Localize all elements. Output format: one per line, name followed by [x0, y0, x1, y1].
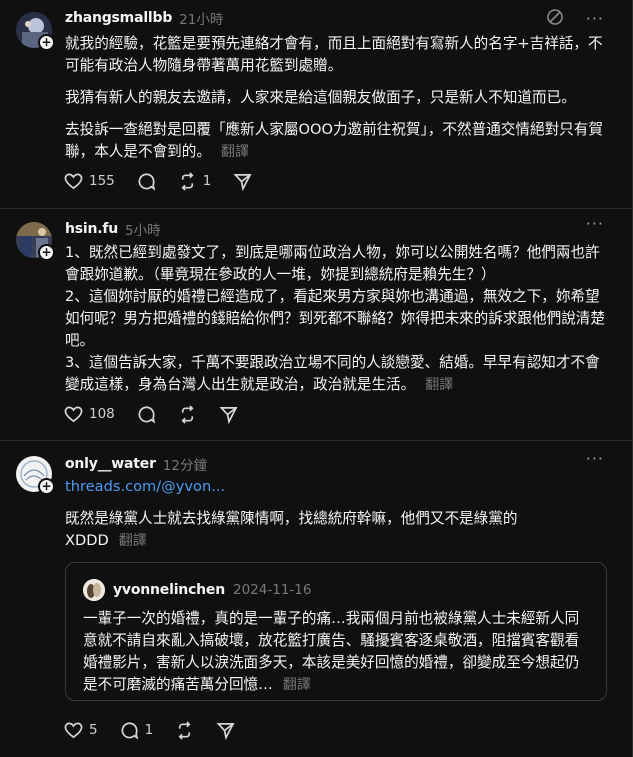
post-body: threads.com/@yvon...: [65, 476, 613, 498]
share-icon: [233, 173, 252, 191]
repost-button[interactable]: [178, 404, 197, 424]
timestamp[interactable]: 21小時: [179, 8, 223, 28]
comment-button[interactable]: [137, 172, 156, 191]
post-paragraph: 我猜有新人的親友去邀請，人家來是給這個親友做面子，只是新人不知道而已。: [65, 89, 576, 106]
post-body: 1、既然已經到處發文了，到底是哪兩位政治人物，妳可以公開姓名嗎？他們兩也許會跟妳…: [65, 242, 613, 396]
repost-count: 1: [202, 173, 212, 189]
like-count: 155: [89, 173, 115, 189]
more-icon[interactable]: ···: [586, 451, 604, 467]
quoted-avatar[interactable]: [83, 579, 105, 601]
comment-button[interactable]: [137, 405, 156, 424]
avatar[interactable]: +: [16, 12, 55, 51]
heart-icon: [64, 406, 83, 422]
quoted-date: 2024-11-16: [233, 582, 312, 598]
like-count: 5: [89, 722, 98, 738]
heart-icon: [64, 173, 83, 189]
repost-icon: [178, 720, 191, 740]
like-button[interactable]: 155: [64, 172, 115, 191]
comment-icon: [121, 721, 138, 740]
share-button[interactable]: [219, 405, 238, 424]
repost-button[interactable]: 1: [178, 171, 212, 191]
repost-icon: [181, 404, 194, 424]
post-paragraph: 1、既然已經到處發文了，到底是哪兩位政治人物，妳可以公開姓名嗎？他們兩也許會跟妳…: [65, 244, 600, 283]
timestamp[interactable]: 5小時: [125, 219, 161, 239]
post-paragraph: 2、這個妳討厭的婚禮已經造成了，看起來男方家與妳也溝通過，無效之下，妳希望如何呢…: [65, 288, 605, 349]
repost-button[interactable]: [175, 720, 194, 740]
like-button[interactable]: 5: [64, 721, 98, 740]
share-icon: [216, 722, 235, 740]
quoted-username[interactable]: yvonnelinchen: [113, 582, 225, 598]
follow-plus-icon[interactable]: +: [38, 478, 55, 495]
follow-plus-icon[interactable]: +: [38, 244, 55, 261]
like-count: 108: [89, 406, 115, 422]
post-2: + hsin.fu 5小時 ··· 1、既然已經到處發文了，到底是哪兩位政治人物…: [0, 208, 632, 440]
comment-icon: [138, 405, 155, 424]
quoted-post[interactable]: yvonnelinchen 2024-11-16 一輩子一次的婚禮，真的是一輩子…: [65, 562, 607, 701]
username[interactable]: only__water: [65, 456, 156, 472]
translate-link[interactable]: 翻譯: [119, 533, 147, 549]
post-3: + only__water 12分鐘 ··· threads.com/@yvon…: [0, 440, 632, 757]
post-paragraph: 就我的經驗，花籃是要預先連絡才會有，而且上面絕對有寫新人的名字+吉祥話，不可能有…: [65, 35, 603, 74]
post-body: 就我的經驗，花籃是要預先連絡才會有，而且上面絕對有寫新人的名字+吉祥話，不可能有…: [65, 33, 613, 173]
timestamp[interactable]: 12分鐘: [163, 454, 207, 474]
more-icon[interactable]: ···: [586, 216, 604, 232]
post-1: + zhangsmallbb 21小時 ··· 就我的經驗，花籃是要預先連絡才會…: [0, 0, 632, 208]
translate-link[interactable]: 翻譯: [425, 377, 453, 393]
username[interactable]: hsin.fu: [65, 221, 118, 237]
share-icon: [219, 406, 238, 424]
follow-plus-icon[interactable]: +: [38, 34, 55, 51]
mute-icon[interactable]: [546, 8, 564, 30]
heart-icon: [64, 722, 83, 738]
comment-icon: [138, 172, 155, 191]
comment-count: 1: [144, 722, 154, 738]
share-button[interactable]: [233, 172, 252, 191]
post-text: 既然是綠黨人士就去找綠黨陳情啊，找總統府幹嘛，他們又不是綠黨的XDDD 翻譯: [65, 508, 545, 552]
repost-icon: [181, 171, 194, 191]
avatar[interactable]: +: [16, 456, 55, 495]
translate-link[interactable]: 翻譯: [283, 677, 311, 693]
comment-button[interactable]: 1: [120, 721, 154, 740]
post-paragraph: 去投訴一查絕對是回覆「應新人家屬OOO力邀前往祝賀」，不然普通交情絕對只有賀聯，…: [65, 121, 603, 160]
username[interactable]: zhangsmallbb: [65, 10, 172, 26]
like-button[interactable]: 108: [64, 405, 115, 424]
share-button[interactable]: [216, 721, 235, 740]
avatar[interactable]: +: [16, 222, 55, 261]
post-paragraph: 3、這個告訴大家，千萬不要跟政治立場不同的人談戀愛、結婚。早早有認知才不會變成這…: [65, 354, 600, 393]
translate-link[interactable]: 翻譯: [221, 144, 249, 160]
quoted-text: 一輩子一次的婚禮，真的是一輩子的痛…我兩個月前也被綠黨人士未經新人同意就不請自來…: [83, 610, 580, 693]
more-icon[interactable]: ···: [586, 11, 604, 27]
profile-link[interactable]: threads.com/@yvon...: [65, 476, 613, 498]
